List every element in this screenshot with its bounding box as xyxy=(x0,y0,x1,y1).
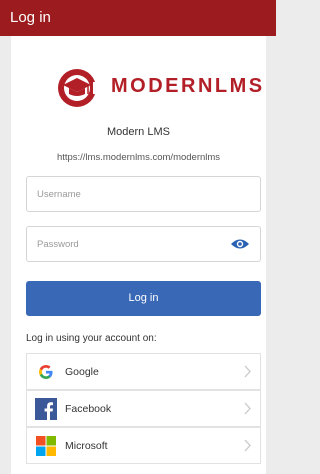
password-input[interactable] xyxy=(27,227,217,261)
username-field[interactable] xyxy=(26,176,261,212)
microsoft-login-button[interactable]: Microsoft xyxy=(26,427,261,464)
login-card: MODERNLMS Modern LMS https://lms.modernl… xyxy=(11,36,266,474)
facebook-login-button[interactable]: Facebook xyxy=(26,390,261,427)
header-title: Log in xyxy=(10,9,51,26)
logo-text: MODERNLMS xyxy=(111,75,265,97)
password-field[interactable] xyxy=(26,226,261,262)
microsoft-icon xyxy=(35,435,57,457)
site-logo: MODERNLMS xyxy=(55,66,262,110)
microsoft-label: Microsoft xyxy=(65,439,108,452)
facebook-icon xyxy=(35,397,57,420)
site-url: https://lms.modernlms.com/modernlms xyxy=(56,152,221,163)
app-header: Log in xyxy=(0,0,276,36)
chevron-right-icon xyxy=(244,402,251,415)
alt-login-label: Log in using your account on: xyxy=(26,333,157,344)
username-input[interactable] xyxy=(27,177,217,211)
google-label: Google xyxy=(65,365,99,378)
site-name: Modern LMS xyxy=(107,126,170,138)
google-login-button[interactable]: Google xyxy=(26,353,261,390)
graduation-cap-logo-icon xyxy=(58,69,103,107)
chevron-right-icon xyxy=(244,439,251,452)
login-button[interactable]: Log in xyxy=(26,281,261,316)
chevron-right-icon xyxy=(244,365,251,378)
facebook-label: Facebook xyxy=(65,402,112,415)
show-password-eye-icon[interactable] xyxy=(230,237,250,251)
google-icon xyxy=(35,361,57,383)
